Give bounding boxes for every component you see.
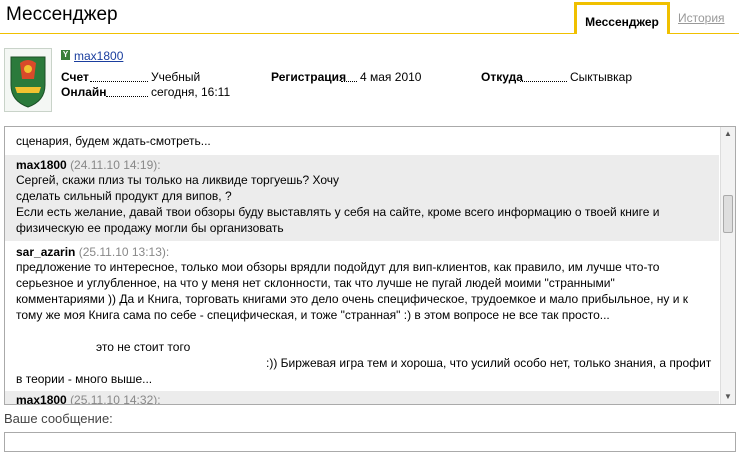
message-input-label: Ваше сообщение: (4, 411, 113, 426)
dot-leader (341, 81, 357, 82)
avatar[interactable] (4, 48, 52, 112)
scroll-up-icon[interactable]: ▲ (721, 127, 735, 141)
account-label: Счет (61, 70, 89, 84)
message-text: сделать сильный продукт для випов, ? (16, 189, 232, 203)
dot-leader (106, 96, 148, 97)
message-list: сценария, будем ждать-смотреть... max180… (5, 127, 719, 404)
scroll-down-icon[interactable]: ▼ (721, 390, 735, 404)
message-text: сценария, будем ждать-смотреть... (16, 134, 211, 148)
username-link[interactable]: max1800 (74, 49, 123, 63)
message-text: тому же моя Книга сама по себе - специфи… (16, 308, 610, 322)
message-item: сценария, будем ждать-смотреть... (5, 127, 719, 155)
yandex-badge-icon: Y (61, 50, 70, 60)
account-value: Учебный (151, 70, 201, 84)
dot-leader (90, 81, 148, 82)
header: Мессенджер Мессенджер История (0, 0, 739, 34)
registration-value: 4 мая 2010 (360, 70, 422, 84)
message-input[interactable] (4, 432, 736, 452)
message-text: серьезное и углубленное, на что у меня н… (16, 276, 615, 290)
message-time: (24.11.10 14:19): (70, 158, 161, 172)
message-item: max1800 (24.11.10 14:19): Сергей, скажи … (5, 155, 719, 241)
message-item: sar_azarin (25.11.10 13:13): предложение… (5, 241, 719, 391)
message-text: Если есть желание, давай твои обзоры буд… (16, 205, 660, 219)
message-author[interactable]: max1800 (16, 393, 67, 404)
dot-leader (520, 81, 567, 82)
message-author[interactable]: sar_azarin (16, 245, 75, 259)
message-text: предложение то интересное, только мои об… (16, 260, 660, 274)
message-text: :)) Биржевая игра тем и хороша, что усил… (266, 356, 712, 370)
message-item: max1800 (25.11.10 14:32): (5, 391, 719, 404)
scrollbar[interactable]: ▲ ▼ (720, 127, 735, 404)
tab-messenger-label: Мессенджер (585, 15, 659, 29)
tab-messenger[interactable]: Мессенджер (574, 2, 670, 34)
from-label: Откуда (481, 70, 523, 84)
message-text: это не стоит того (96, 340, 191, 354)
message-time: (25.11.10 13:13): (78, 245, 170, 259)
message-history[interactable]: сценария, будем ждать-смотреть... max180… (4, 126, 736, 405)
message-text: комментариями )) Да и Книга, торговать к… (16, 292, 688, 306)
scrollbar-thumb[interactable] (723, 195, 733, 233)
online-label: Онлайн (61, 85, 107, 99)
tab-history[interactable]: История (678, 11, 725, 25)
message-text: Сергей, скажи плиз ты только на ликвиде … (16, 173, 340, 187)
message-text: в теории - много выше... (16, 372, 153, 386)
registration-label: Регистрация (271, 70, 347, 84)
from-value: Сыктывкар (570, 70, 633, 84)
message-text: физическую ее продажу могли бы организов… (16, 221, 284, 235)
message-time: (25.11.10 14:32): (70, 393, 161, 404)
online-value: сегодня, 16:11 (151, 85, 231, 99)
page-title: Мессенджер (6, 4, 118, 25)
message-author[interactable]: max1800 (16, 158, 67, 172)
message-text (16, 323, 719, 339)
coat-of-arms-icon (5, 49, 51, 111)
